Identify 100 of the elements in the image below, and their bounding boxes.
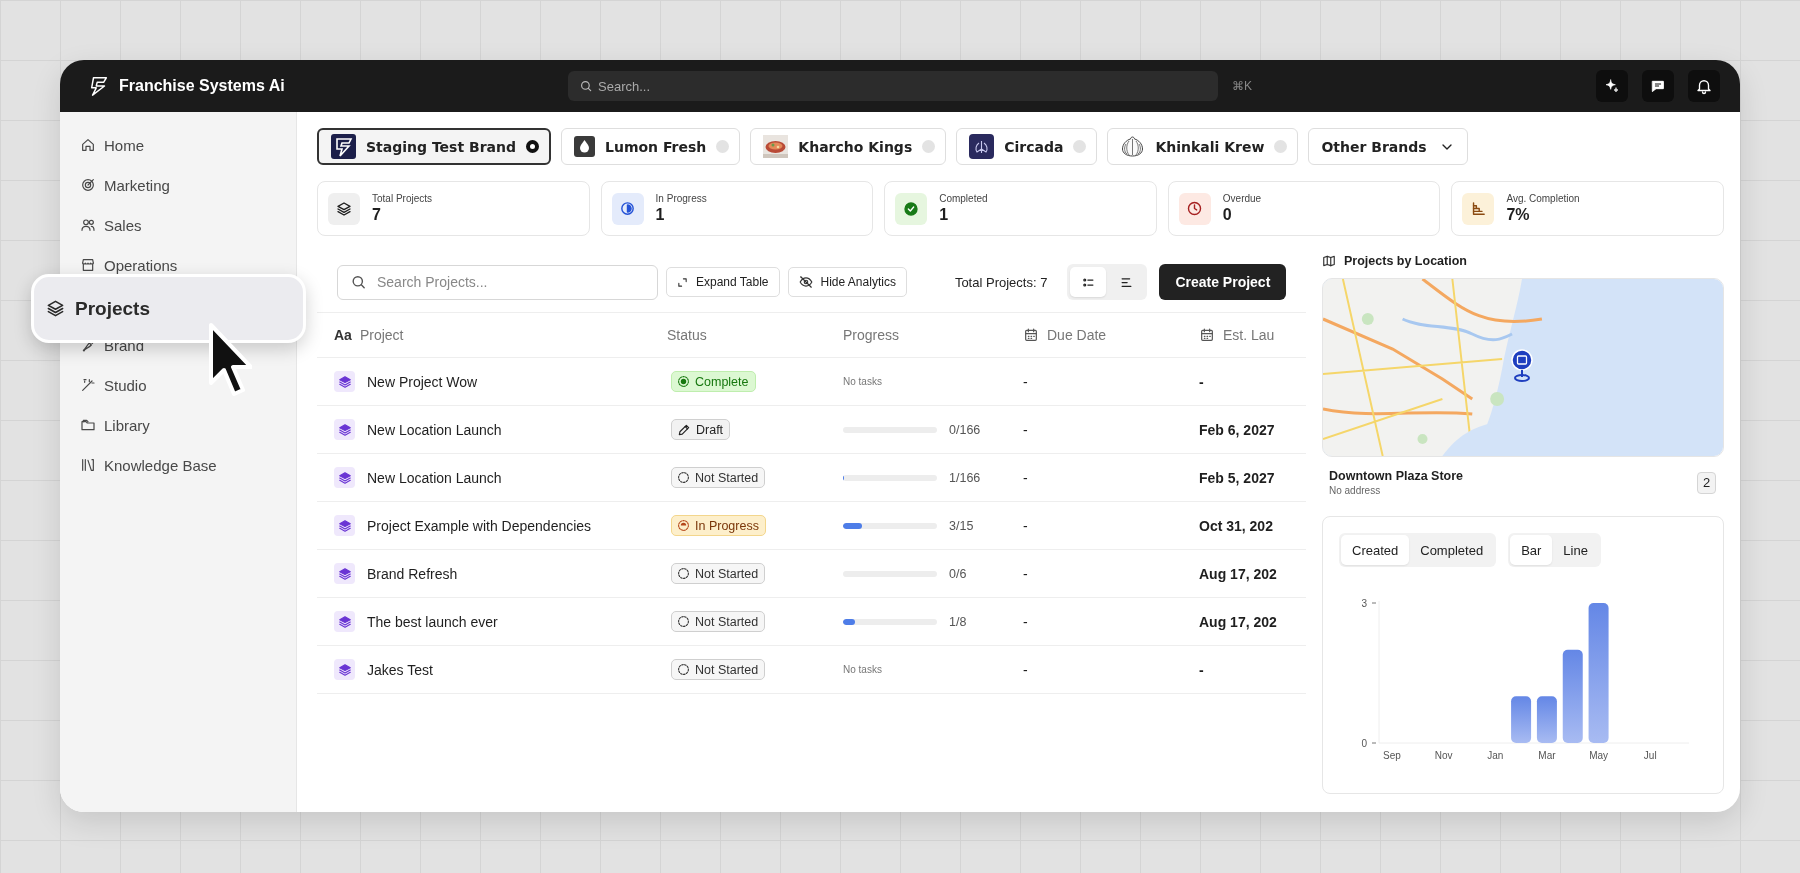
brand-tab[interactable]: Circada <box>956 128 1098 165</box>
status-badge: Not Started <box>671 467 766 488</box>
y-tick-label: 3 <box>1361 598 1368 609</box>
radio-indicator <box>716 140 730 153</box>
column-header[interactable]: Due Date <box>1023 313 1199 358</box>
location-name[interactable]: Downtown Plaza Store <box>1329 469 1464 483</box>
project-name[interactable]: Jakes Test <box>367 661 433 678</box>
search-icon <box>579 79 593 93</box>
panel-title: Projects by Location <box>1344 254 1467 268</box>
chat-icon <box>1650 78 1666 94</box>
target-icon <box>80 177 96 193</box>
table-row[interactable]: New Location Launch Not Started 1/166 - Feb 5, 2027 <box>317 454 1306 502</box>
layers-icon <box>46 299 65 318</box>
sidebar-item[interactable]: Marketing <box>60 174 296 196</box>
dashed-circle-icon <box>677 519 690 532</box>
dashed-circle-icon <box>677 663 690 676</box>
users-icon <box>80 217 96 233</box>
create-project-button[interactable]: Create Project <box>1159 264 1287 300</box>
table-row[interactable]: Brand Refresh Not Started 0/6 - Aug 17, 202 <box>317 550 1306 598</box>
column-header[interactable]: Status <box>667 313 843 358</box>
project-name[interactable]: The best launch ever <box>367 613 498 630</box>
chart-bar <box>1536 696 1557 743</box>
stat-value: 7 <box>372 206 382 224</box>
project-name[interactable]: New Location Launch <box>367 469 502 486</box>
toolbar-button[interactable]: Hide Analytics <box>787 267 907 297</box>
search-icon <box>350 273 367 291</box>
eye-off-icon <box>798 275 813 289</box>
table-row[interactable]: New Location Launch Draft 0/166 - Feb 6, 2027 <box>317 406 1306 454</box>
search-field[interactable]: Search... <box>568 71 1218 101</box>
due-date: - <box>1023 661 1028 678</box>
brand-tab[interactable]: Kharcho Kings <box>750 128 947 165</box>
folder-icon <box>80 417 96 433</box>
sidebar-item[interactable]: Knowledge Base <box>60 454 296 476</box>
sidebar-item[interactable]: Projects <box>31 274 306 343</box>
column-header[interactable]: Est. Lau <box>1199 313 1306 358</box>
metric-tab[interactable]: Completed <box>1409 535 1495 565</box>
y-tick: 3 <box>1361 598 1377 609</box>
launch-date: Feb 6, 2027 <box>1199 421 1275 438</box>
column-header[interactable]: Progress <box>843 313 1023 358</box>
status-badge: In Progress <box>671 515 766 536</box>
column-header[interactable]: Aa Project <box>317 313 667 358</box>
brand-tab[interactable]: Lumon Fresh <box>561 128 741 165</box>
header-button[interactable] <box>1596 70 1628 102</box>
project-name[interactable]: Brand Refresh <box>367 565 458 582</box>
chart-type-tab[interactable]: Line <box>1552 535 1599 565</box>
project-name[interactable]: Project Example with Dependencies <box>367 517 592 534</box>
due-date: - <box>1023 613 1028 630</box>
radio-indicator <box>922 140 936 153</box>
stat-value: 7% <box>1506 206 1531 224</box>
progress-reading: 0/166 <box>949 422 981 437</box>
table-row[interactable]: Project Example with Dependencies In Progress 3/15 - Oct 31, 202 <box>317 502 1306 550</box>
y-tick-label: 0 <box>1361 738 1368 749</box>
header-button[interactable] <box>1642 70 1674 102</box>
search-field[interactable]: Search Projects... <box>337 264 658 300</box>
table-row[interactable]: The best launch ever Not Started 1/8 - Aug 17, 202 <box>317 598 1306 646</box>
header-button[interactable] <box>1688 70 1720 102</box>
table-row[interactable]: New Project Wow Complete No tasks - - <box>317 358 1306 406</box>
wand-icon <box>80 377 96 393</box>
radio-indicator <box>1274 140 1288 153</box>
launch-date: Aug 17, 202 <box>1199 565 1277 582</box>
project-name[interactable]: New Location Launch <box>367 421 502 438</box>
progress-text: No tasks <box>843 664 882 675</box>
chart-type-tab[interactable]: Bar <box>1510 535 1553 565</box>
stat-value: 1 <box>655 206 666 224</box>
stat-value: 0 <box>1222 206 1233 224</box>
project-name[interactable]: New Project Wow <box>367 373 478 390</box>
metric-tab[interactable]: Created <box>1341 535 1410 565</box>
due-date: - <box>1023 373 1028 390</box>
sidebar-item[interactable]: Studio <box>60 374 296 396</box>
brand-tab[interactable]: Khinkali Krew <box>1107 128 1299 165</box>
status-badge: Draft <box>671 419 731 440</box>
toolbar-button[interactable]: Expand Table <box>666 267 780 297</box>
view-toggle[interactable] <box>1070 267 1107 297</box>
launch-date: Oct 31, 202 <box>1199 517 1273 534</box>
home-icon <box>80 137 96 153</box>
x-tick-label: Mar <box>1538 750 1556 761</box>
due-date: - <box>1023 565 1028 582</box>
dashed-circle-icon <box>677 567 690 580</box>
brand-tab[interactable]: Staging Test Brand <box>317 128 551 165</box>
sidebar-item[interactable]: Library <box>60 414 296 436</box>
table-row[interactable]: Jakes Test Not Started No tasks - - <box>317 646 1306 694</box>
brands-dropdown[interactable]: Other Brands <box>1308 128 1468 165</box>
map-pin-icon[interactable] <box>1511 349 1533 383</box>
project-count: 2 <box>1697 471 1716 494</box>
progress-text: No tasks <box>843 376 882 387</box>
dumpling-logo-icon <box>1120 134 1146 159</box>
progress-reading: 1/8 <box>949 614 967 629</box>
bolt-logo-icon <box>331 134 356 159</box>
sidebar-item[interactable]: Home <box>60 134 296 156</box>
calendar-icon <box>1199 327 1215 343</box>
sidebar-item[interactable]: Sales <box>60 214 296 236</box>
launch-date: Aug 17, 202 <box>1199 613 1277 630</box>
x-tick-label: Jul <box>1643 750 1657 761</box>
status-badge: Complete <box>671 371 756 392</box>
sidebar-item[interactable]: Operations <box>60 254 296 276</box>
launch-date: Feb 5, 2027 <box>1199 469 1275 486</box>
clock-icon <box>1186 200 1204 217</box>
status-badge: Not Started <box>671 563 766 584</box>
check-circle-icon <box>903 200 920 217</box>
progress-reading: 1/166 <box>949 470 981 485</box>
